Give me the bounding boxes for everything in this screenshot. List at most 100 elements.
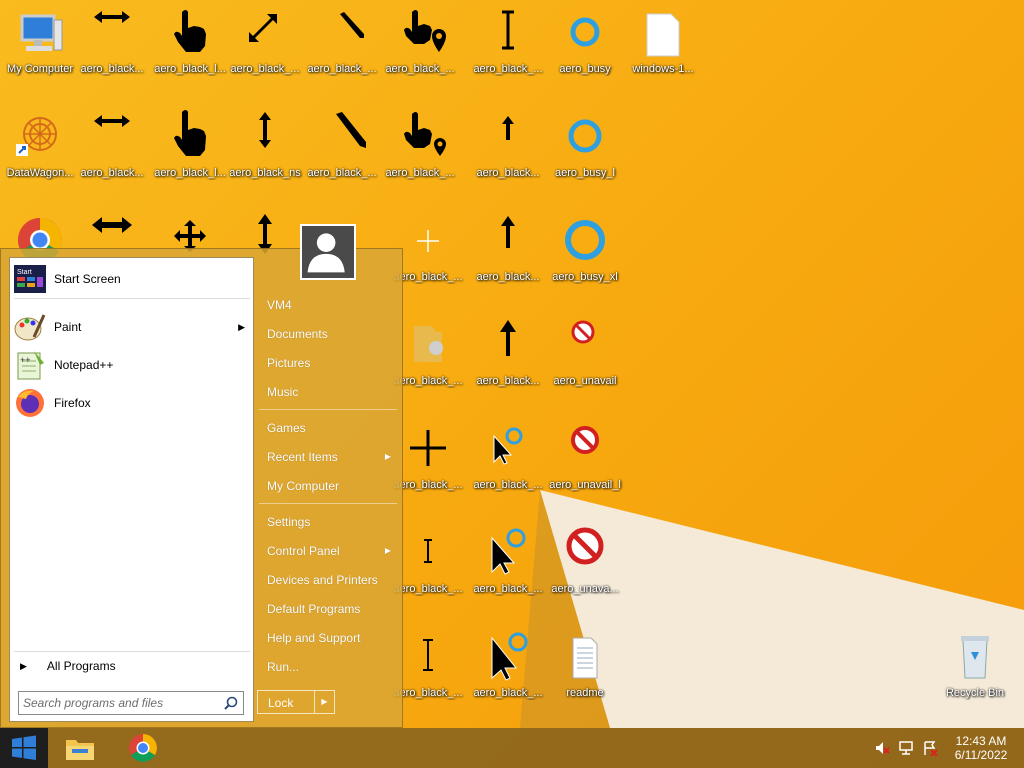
desktop-icon-aero-black-link-l[interactable]: aero_black_l...: [150, 108, 230, 208]
desktop-icon-readme[interactable]: readme: [545, 628, 625, 728]
working-cursor-icon: [478, 422, 538, 482]
right-item-recent-items[interactable]: Recent Items ▶: [257, 444, 399, 470]
file-explorer-icon[interactable]: [64, 732, 96, 764]
pinned-item-paint[interactable]: Paint ▶: [10, 308, 255, 346]
desktop-icon-aero-unavail-l[interactable]: aero_unavail_l: [545, 420, 625, 520]
desktop-icon-aero-unavail[interactable]: aero_unavail: [545, 316, 625, 416]
desktop-icon-aero-black-pen-l[interactable]: aero_black_...: [302, 108, 382, 208]
right-item-music[interactable]: Music: [257, 379, 399, 405]
desktop-icon-aero-black-text[interactable]: aero_black_...: [468, 4, 548, 104]
hand-pin-cursor-icon: [390, 110, 450, 170]
horizontal-resize-cursor-icon: [82, 110, 142, 170]
pinned-item-notepad-plus-plus[interactable]: ++ Notepad++: [10, 346, 255, 384]
desktop-icon-recycle-bin[interactable]: Recycle Bin: [935, 628, 1015, 728]
system-clock[interactable]: 12:43 AM 6/11/2022: [950, 734, 1012, 762]
submenu-arrow-icon: ▶: [238, 321, 245, 332]
right-item-label: Default Programs: [267, 602, 361, 616]
up-arrow-cursor-icon: [478, 110, 538, 170]
right-item-help-and-support[interactable]: Help and Support: [257, 625, 399, 651]
right-item-documents[interactable]: Documents: [257, 321, 399, 347]
right-item-devices-and-printers[interactable]: Devices and Printers: [257, 567, 399, 593]
text-cursor-icon: [478, 6, 538, 66]
desktop-icon-aero-black-up-l[interactable]: aero_black...: [468, 212, 548, 312]
right-item-label: Documents: [267, 327, 328, 341]
volume-muted-icon[interactable]: [874, 740, 890, 756]
desktop-icon-aero-black-link[interactable]: aero_black_l...: [150, 4, 230, 104]
expand-arrow-icon: ▶: [20, 660, 27, 671]
desktop-icon-my-computer[interactable]: My Computer: [0, 4, 80, 104]
clock-time: 12:43 AM: [955, 734, 1007, 748]
right-item-games[interactable]: Games: [257, 415, 399, 441]
desktop-icon-aero-black-nesw[interactable]: aero_black_...: [225, 4, 305, 104]
computer-icon: [10, 6, 70, 66]
all-programs-label: All Programs: [46, 659, 116, 673]
right-item-pictures[interactable]: Pictures: [257, 350, 399, 376]
pinned-item-firefox[interactable]: Firefox: [10, 384, 255, 422]
right-item-default-programs[interactable]: Default Programs: [257, 596, 399, 622]
crosshair-cursor-icon: [398, 422, 458, 482]
right-item-label: Games: [267, 421, 306, 435]
folder-icon: [398, 318, 458, 378]
divider: [14, 651, 250, 652]
desktop-icon-aero-black-pin-l[interactable]: aero_black_...: [380, 108, 460, 208]
right-item-settings[interactable]: Settings: [257, 509, 399, 535]
desktop-icon-aero-black-up[interactable]: aero_black...: [468, 108, 548, 208]
right-item-my-computer[interactable]: My Computer: [257, 473, 399, 499]
desktop-icon-aero-unavail-xl[interactable]: aero_unava...: [545, 524, 625, 624]
pinned-item-start-screen[interactable]: Start Start Screen: [10, 260, 255, 298]
user-avatar[interactable]: [300, 224, 356, 280]
svg-text:Start: Start: [17, 269, 32, 276]
right-item-label: Settings: [267, 515, 311, 529]
action-center-flag-icon[interactable]: [922, 740, 938, 756]
desktop-icon-aero-black-ns[interactable]: aero_black_ns: [225, 108, 305, 208]
search-icon[interactable]: [223, 695, 239, 711]
desktop-icon-aero-busy-xl[interactable]: aero_busy_xl: [545, 212, 625, 312]
busy-ring-icon: [555, 6, 615, 66]
right-item-vm4[interactable]: VM4: [257, 292, 399, 318]
desktop-icon-aero-black-pen[interactable]: aero_black_...: [302, 4, 382, 104]
desktop-icon-aero-black-ew-l[interactable]: aero_black...: [72, 108, 152, 208]
crosshair-cursor-icon: [398, 214, 458, 274]
divider: [14, 298, 250, 299]
desktop-icon-aero-black-pin[interactable]: aero_black_...: [380, 4, 460, 104]
working-cursor-icon: [478, 630, 538, 690]
right-item-label: Help and Support: [267, 631, 361, 645]
start-screen-icon: Start: [14, 265, 46, 293]
busy-ring-icon: [555, 214, 615, 274]
desktop-icon-windows[interactable]: windows-1...: [623, 4, 703, 104]
blank-file-icon: [633, 6, 693, 66]
diagonal-resize-cursor-icon: [235, 6, 295, 66]
search-box[interactable]: [18, 691, 244, 715]
unavailable-icon: [555, 526, 615, 586]
network-icon[interactable]: [898, 740, 914, 756]
firefox-icon: [16, 389, 44, 417]
start-button[interactable]: [0, 728, 48, 768]
desktop-icon-aero-black-working[interactable]: aero_black_...: [468, 420, 548, 520]
lock-button[interactable]: Lock ▶: [257, 690, 335, 714]
working-cursor-icon: [478, 526, 538, 586]
lock-options-arrow-icon[interactable]: ▶: [314, 691, 334, 713]
search-input[interactable]: [23, 695, 219, 711]
divider: [259, 503, 397, 504]
right-item-run[interactable]: Run...: [257, 654, 399, 680]
desktop-icon-aero-black-up-xl[interactable]: aero_black...: [468, 316, 548, 416]
right-item-label: Pictures: [267, 356, 311, 370]
desktop-icon-aero-black-working-l[interactable]: aero_black_...: [468, 524, 548, 624]
desktop-icon-aero-busy-l[interactable]: aero_busy_l: [545, 108, 625, 208]
desktop-icon-aero-black-ew[interactable]: aero_black...: [72, 4, 152, 104]
text-cursor-icon: [398, 630, 458, 690]
pinned-item-label: Start Screen: [54, 272, 121, 286]
desktop-icon-datawagon[interactable]: DataWagon...: [0, 108, 80, 208]
notepad-plus-plus-icon: ++: [17, 351, 44, 380]
pen-cursor-icon: [312, 6, 372, 66]
pinned-item-label: Notepad++: [54, 358, 114, 372]
divider: [259, 409, 397, 410]
recycle-bin-icon: [945, 630, 1005, 690]
chrome-icon[interactable]: [127, 732, 159, 764]
up-arrow-cursor-icon: [478, 318, 538, 378]
desktop-icon-aero-black-working-xl[interactable]: aero_black_...: [468, 628, 548, 728]
pinned-item-label: Paint: [54, 320, 82, 334]
all-programs-button[interactable]: ▶ All Programs: [10, 654, 255, 678]
right-item-control-panel[interactable]: Control Panel ▶: [257, 538, 399, 564]
desktop-icon-aero-busy[interactable]: aero_busy: [545, 4, 625, 104]
